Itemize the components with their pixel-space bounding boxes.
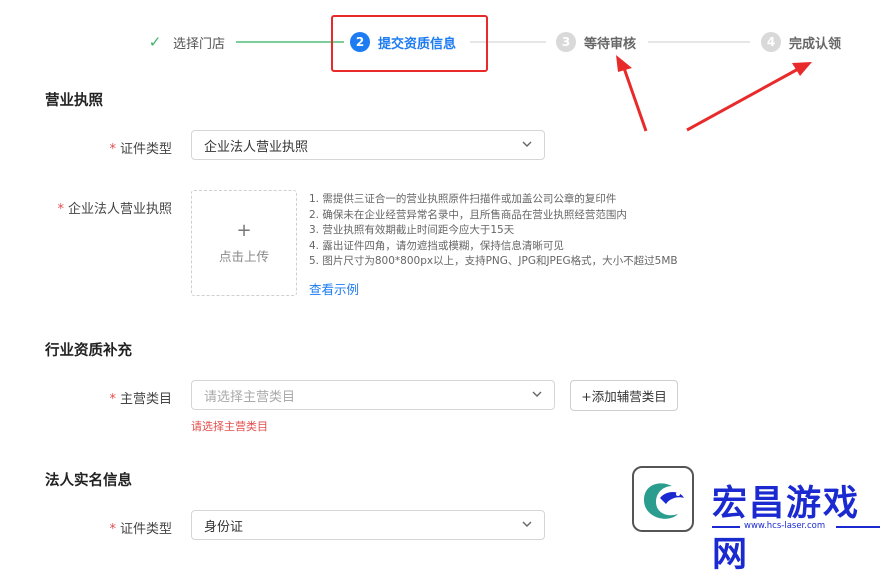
main-category-select[interactable]: 请选择主营类目 xyxy=(191,380,555,410)
watermark-dash xyxy=(712,526,740,528)
chevron-down-icon xyxy=(522,521,532,527)
main-category-error: 请选择主营类目 xyxy=(191,420,268,433)
chevron-down-icon xyxy=(522,141,532,147)
section-title-license: 营业执照 xyxy=(45,93,103,109)
upload-label: 点击上传 xyxy=(218,248,269,264)
legal-cert-type-select[interactable]: 身份证 xyxy=(191,510,545,540)
license-upload-label: * 企业法人营业执照 xyxy=(57,202,172,217)
section-title-legal-person: 法人实名信息 xyxy=(45,473,132,489)
chevron-down-icon xyxy=(532,391,542,397)
section-title-industry: 行业资质补充 xyxy=(45,343,132,359)
tip-item: 3. 营业执照有效期截止时间距今应大于15天 xyxy=(309,224,515,236)
tip-item: 2. 确保未在企业经营异常名录中，且所售商品在营业执照经营范围内 xyxy=(309,208,627,221)
license-upload-button[interactable]: + 点击上传 xyxy=(191,190,297,296)
arrow-to-complete-claim xyxy=(686,62,812,132)
annotation-arrows xyxy=(616,55,812,132)
watermark-dash xyxy=(836,526,880,528)
select-value: 身份证 xyxy=(204,519,244,535)
watermark-logo-icon xyxy=(632,466,694,532)
cert-type-select[interactable]: 企业法人营业执照 xyxy=(191,130,545,160)
tip-item: 1. 需提供三证合一的营业执照原件扫描件或加盖公司公章的复印件 xyxy=(309,193,617,205)
main-category-label: * 主营类目 xyxy=(109,392,172,407)
watermark-url: www.hcs-laser.com xyxy=(744,521,826,531)
upload-tips: 1. 需提供三证合一的营业执照原件扫描件或加盖公司公章的复印件 2. 确保未在企… xyxy=(309,192,678,270)
tip-item: 5. 图片尺寸为800*800px以上，支持PNG、JPG和JPEG格式，大小不… xyxy=(309,255,678,267)
cert-type-label: * 证件类型 xyxy=(109,142,172,157)
tip-item: 4. 露出证件四角，请勿遮挡或模糊，保持信息清晰可见 xyxy=(309,239,564,252)
view-example-link[interactable]: 查看示例 xyxy=(309,279,359,298)
plus-icon: + xyxy=(236,219,252,241)
select-value: 企业法人营业执照 xyxy=(204,139,309,155)
arrow-to-await-review xyxy=(616,55,648,132)
legal-cert-type-label: * 证件类型 xyxy=(109,522,172,537)
add-secondary-category-button[interactable]: +添加辅营类目 xyxy=(570,380,678,411)
select-placeholder: 请选择主营类目 xyxy=(204,389,296,405)
